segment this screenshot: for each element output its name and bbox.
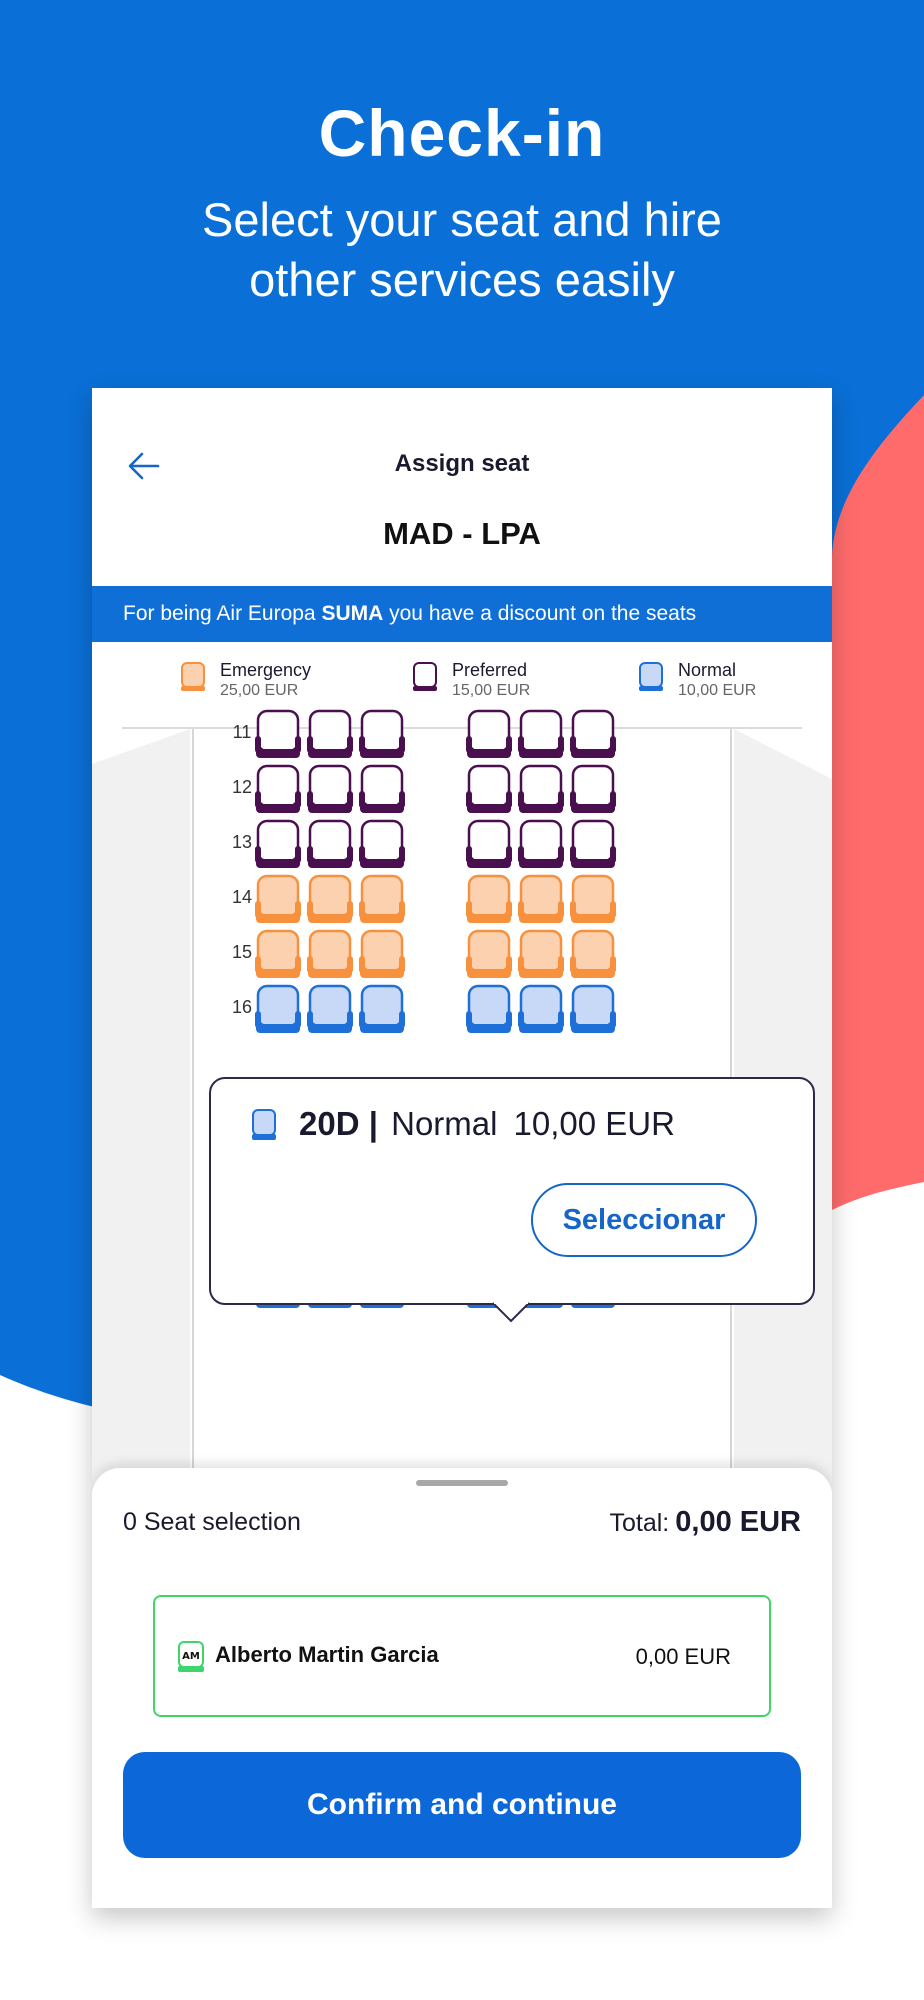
normal-seat-icon (252, 1109, 276, 1140)
seat-13F[interactable] (570, 819, 616, 871)
seat-11E[interactable] (518, 709, 564, 761)
seat-16D[interactable] (466, 984, 512, 1036)
seat-11C[interactable] (359, 709, 405, 761)
seat-15B[interactable] (307, 929, 353, 981)
seat-info-popup: 20D | Normal 10,00 EUR Seleccionar (209, 1077, 815, 1305)
passenger-seat-price: 0,00 EUR (635, 1644, 731, 1669)
seat-selection-count: 0 Seat selection (123, 1508, 301, 1536)
seat-14C[interactable] (359, 874, 405, 926)
normal-seat-icon (639, 662, 663, 691)
seat-13E[interactable] (518, 819, 564, 871)
popup-seat-details: 20D | Normal 10,00 EUR (299, 1105, 675, 1143)
seat-13A[interactable] (255, 819, 301, 871)
banner-highlight: SUMA (321, 602, 384, 625)
popup-pointer (493, 1301, 529, 1323)
seat-15F[interactable] (570, 929, 616, 981)
seat-14E[interactable] (518, 874, 564, 926)
emergency-seat-icon (181, 662, 205, 691)
seat-11D[interactable] (466, 709, 512, 761)
legend-emergency-name: Emergency (220, 660, 312, 680)
flight-route: MAD - LPA (383, 516, 541, 551)
phone-screen: Assign seat MAD - LPA For being Air Euro… (92, 388, 832, 1908)
seat-16A[interactable] (255, 984, 301, 1036)
confirm-continue-button[interactable]: Confirm and continue (123, 1752, 801, 1858)
seat-11A[interactable] (255, 709, 301, 761)
legend-emergency-price: 25,00 EUR (220, 682, 299, 699)
popup-seat-price: 10,00 EUR (513, 1105, 675, 1142)
passenger-name: Alberto Martin Garcia (215, 1642, 439, 1667)
passenger-initials: AM (182, 1651, 200, 1662)
legend-preferred-name: Preferred (452, 660, 528, 680)
banner-prefix: For being Air Europa (123, 602, 322, 625)
app-header: Assign seat MAD - LPA (92, 388, 832, 586)
seat-15A[interactable] (255, 929, 301, 981)
total-price: Total: 0,00 EUR (610, 1506, 802, 1539)
passenger-seat-icon: AM (178, 1641, 204, 1672)
passenger-card[interactable]: AM Alberto Martin Garcia 0,00 EUR (153, 1595, 771, 1717)
seat-14F[interactable] (570, 874, 616, 926)
seat-14B[interactable] (307, 874, 353, 926)
banner-suffix: you have a discount on the seats (383, 602, 697, 625)
popup-seat-type: Normal (391, 1105, 498, 1142)
hero-title: Check-in (318, 96, 606, 170)
total-label: Total: (609, 1509, 670, 1537)
hero-subtitle-line-2: other services easily (249, 253, 675, 306)
seat-15C[interactable] (359, 929, 405, 981)
hero-subtitle: Select your seat and hire other services… (0, 190, 924, 310)
seat-12B[interactable] (307, 764, 353, 816)
seat-12D[interactable] (466, 764, 512, 816)
seat-16C[interactable] (359, 984, 405, 1036)
seat-15E[interactable] (518, 929, 564, 981)
seat-11F[interactable] (570, 709, 616, 761)
hero-subtitle-line-1: Select your seat and hire (202, 193, 722, 246)
preferred-seat-icon (413, 662, 437, 691)
seat-12A[interactable] (255, 764, 301, 816)
seat-13C[interactable] (359, 819, 405, 871)
selection-summary-sheet: 0 Seat selection Total: 0,00 EUR AM Alber… (92, 1468, 832, 1908)
seat-13B[interactable] (307, 819, 353, 871)
seat-16B[interactable] (307, 984, 353, 1036)
legend-normal-name: Normal (678, 660, 737, 680)
popup-seat-code: 20D | (299, 1105, 378, 1142)
seat-16E[interactable] (518, 984, 564, 1036)
select-seat-button[interactable]: Seleccionar (531, 1183, 757, 1257)
seat-16F[interactable] (570, 984, 616, 1036)
seat-12F[interactable] (570, 764, 616, 816)
seat-14D[interactable] (466, 874, 512, 926)
seat-12C[interactable] (359, 764, 405, 816)
screen-title: Assign seat (394, 450, 530, 477)
seat-legend: Emergency 25,00 EUR Preferred 15,00 EUR … (92, 642, 832, 716)
seat-12E[interactable] (518, 764, 564, 816)
total-amount: 0,00 EUR (675, 1506, 801, 1538)
sheet-drag-handle[interactable] (416, 1480, 508, 1486)
seat-11B[interactable] (307, 709, 353, 761)
legend-preferred-price: 15,00 EUR (452, 682, 531, 699)
suma-discount-banner: For being Air Europa SUMA you have a dis… (92, 586, 832, 642)
seat-14A[interactable] (255, 874, 301, 926)
legend-normal-price: 10,00 EUR (678, 682, 757, 699)
seat-15D[interactable] (466, 929, 512, 981)
seat-13D[interactable] (466, 819, 512, 871)
